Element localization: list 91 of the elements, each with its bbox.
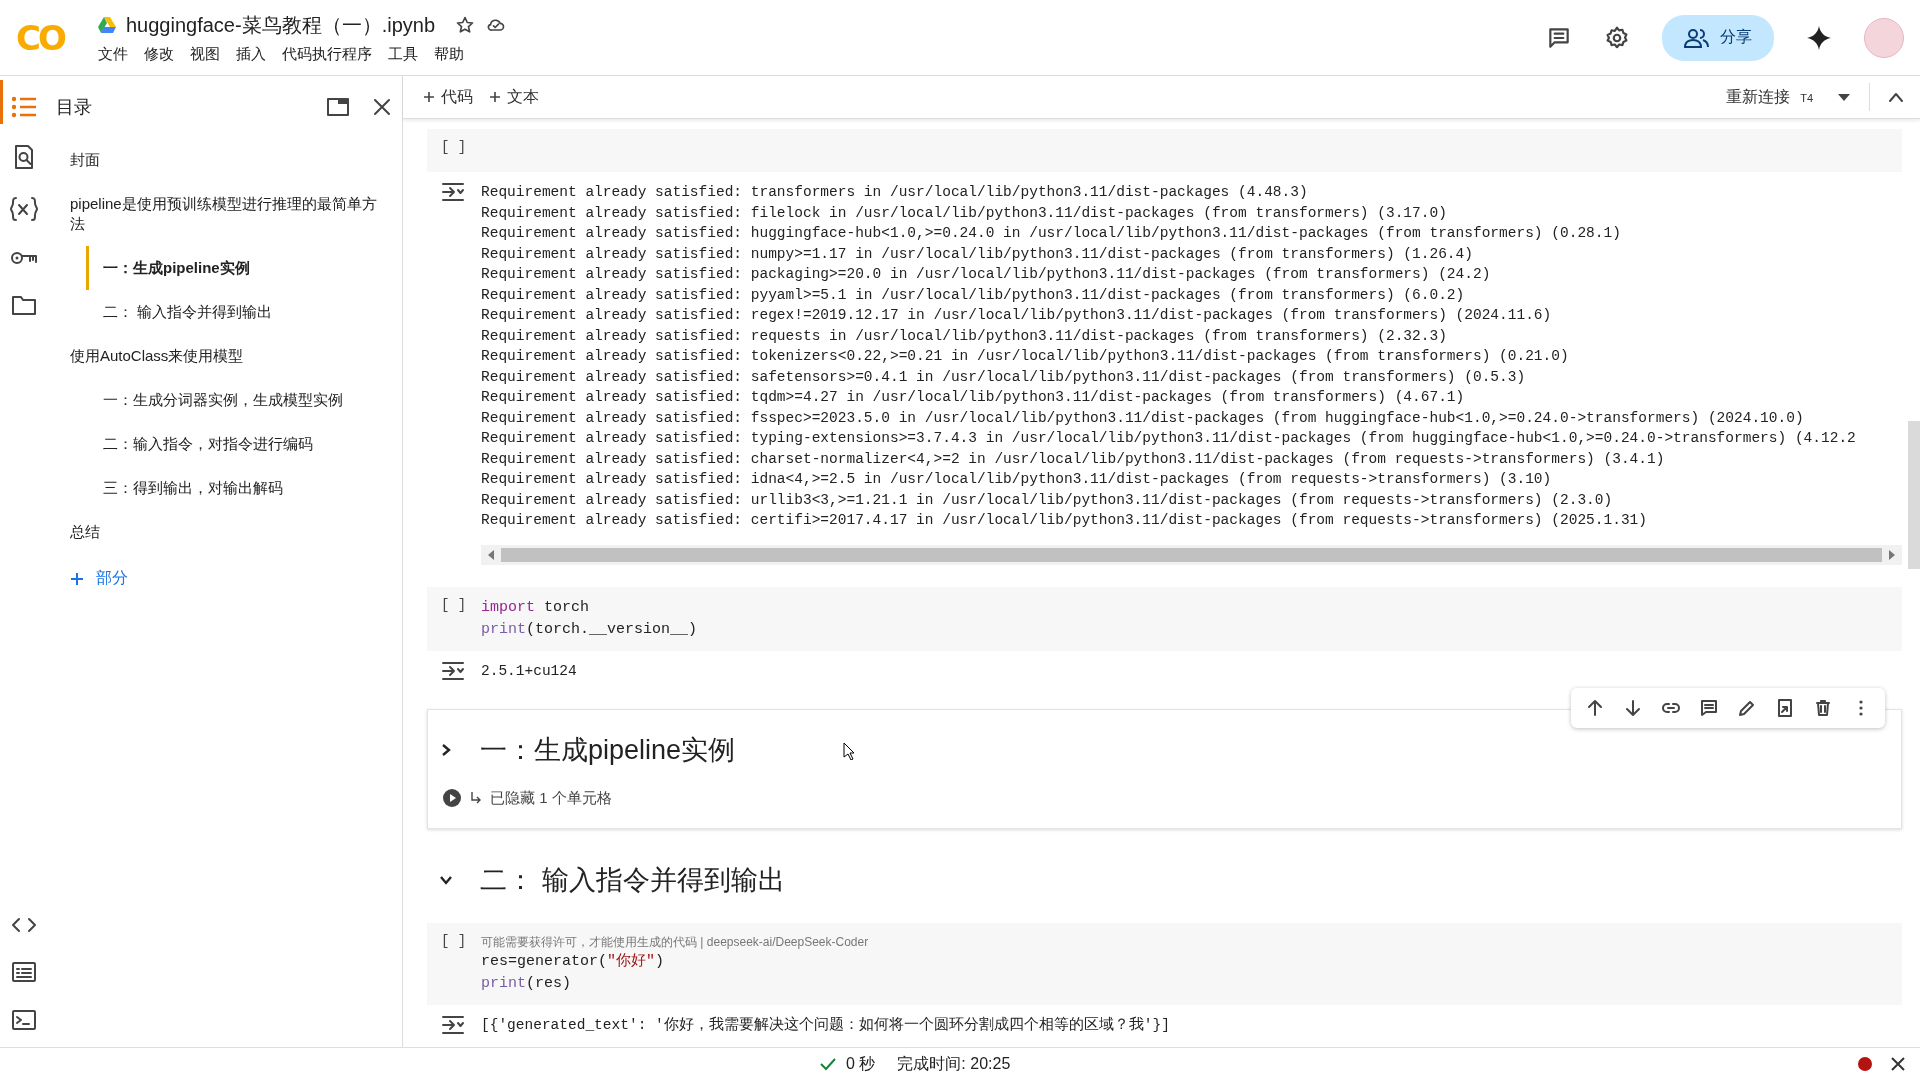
pencil-icon[interactable] <box>1737 698 1757 718</box>
output-line: Requirement already satisfied: fsspec>=2023.5.0 in /usr/local/lib/python3.11/dist-packages (from huggingface-hub<1.0,>=0.24.0->transformers) (2024.10.0) <box>481 408 1805 428</box>
panel-title: 目录 <box>56 96 92 119</box>
folder-icon[interactable] <box>11 294 37 316</box>
finish-time-text: 完成时间: 20:25 <box>897 1053 1011 1074</box>
toc-item[interactable]: 一：生成pipeline实例 <box>86 246 402 290</box>
code-line: res=generator("你好") <box>481 952 666 972</box>
output-line: Requirement already satisfied: requests in /usr/local/lib/python3.11/dist-packages (from transformers) (2.32.3) <box>481 326 1448 346</box>
add-section-link[interactable]: 部分 <box>48 554 402 603</box>
toc-item[interactable]: 总结 <box>48 510 402 554</box>
collapse-icon[interactable] <box>1888 91 1904 103</box>
return-arrow-icon <box>470 791 482 805</box>
mirror-cell-icon[interactable] <box>1775 698 1795 718</box>
toc-item[interactable]: 一：生成分词器实例，生成模型实例 <box>86 378 402 422</box>
terminal-icon[interactable] <box>11 1009 37 1031</box>
record-indicator-icon <box>1858 1057 1872 1071</box>
snippets-icon[interactable] <box>11 961 37 983</box>
output-line: Requirement already satisfied: filelock in /usr/local/lib/python3.11/dist-packages (from transformers) (3.17.0) <box>481 203 1448 223</box>
plus-icon <box>70 571 84 586</box>
plus-icon <box>423 91 435 103</box>
run-cell-button[interactable]: [ ] <box>441 933 481 995</box>
duration-text: 0 秒 <box>846 1053 876 1074</box>
output-line: Requirement already satisfied: idna<4,>=2.5 in /usr/local/lib/python3.11/dist-packages (from requests->transformers) (3.10) <box>481 470 1553 489</box>
delete-icon[interactable] <box>1813 698 1833 718</box>
vertical-scrollbar[interactable] <box>1908 421 1920 569</box>
output-line: Requirement already satisfied: tokenizers<0.22,>=0.21 in /usr/local/lib/python3.11/dist-packages (from transformers) (0.21.0) <box>481 347 1570 366</box>
code-hint: 可能需要获得许可，才能使用生成的代码 | deepseek-ai/DeepSeek-Coder <box>481 934 869 951</box>
output-line: Requirement already satisfied: urllib3<3,>=1.21.1 in /usr/local/lib/python3.11/dist-packages (from requests->transformers) (2.3.0) <box>481 490 1614 510</box>
output-line: 2.5.1+cu124 <box>481 661 577 681</box>
output-line: Requirement already satisfied: typing-extensions>=3.7.4.3 in /usr/local/lib/python3.11/dist-packages (from huggingface-hub<1.0,>=0.24.0->transformers) (4.12.2 <box>481 429 1856 448</box>
hidden-cells-note[interactable]: 已隐藏 1 个单元格 <box>490 788 612 808</box>
output-line: Requirement already satisfied: pyyaml>=5.1 in /usr/local/lib/python3.11/dist-packages (from transformers) (6.0.2) <box>481 285 1466 305</box>
horizontal-scrollbar[interactable] <box>481 544 1902 565</box>
plus-icon <box>489 91 501 103</box>
menu-item[interactable]: 文件 <box>98 44 128 64</box>
menu-item[interactable]: 工具 <box>388 44 418 64</box>
output-line: Requirement already satisfied: packaging>=20.0 in /usr/local/lib/python3.11/dist-packages (from transformers) (24.2) <box>481 265 1492 284</box>
settings-icon[interactable] <box>1604 24 1630 51</box>
output-toggle-icon[interactable] <box>441 1015 465 1035</box>
output-toggle-icon[interactable] <box>441 182 465 202</box>
close-icon[interactable] <box>372 97 392 117</box>
star-icon[interactable] <box>455 15 475 35</box>
connect-button[interactable]: 重新连接 T4 <box>1720 85 1819 109</box>
output-line: Requirement already satisfied: numpy>=1.17 in /usr/local/lib/python3.11/dist-packages (from transformers) (1.26.4) <box>481 244 1474 264</box>
add-cell-button[interactable]: 文本 <box>485 82 543 112</box>
scroll-right-icon[interactable] <box>1888 549 1896 560</box>
caret-icon[interactable] <box>1837 92 1851 102</box>
section-heading: 一：生成pipeline实例 <box>480 734 736 767</box>
share-button[interactable]: 分享 <box>1662 14 1774 61</box>
people-icon <box>1684 26 1710 49</box>
menu-item[interactable]: 视图 <box>190 44 220 64</box>
table-of-contents-icon[interactable] <box>11 96 37 118</box>
scroll-left-icon[interactable] <box>487 549 495 560</box>
toc-item[interactable]: pipeline是使用预训练模型进行推理的最简单方法 <box>48 182 402 246</box>
output-line: Requirement already satisfied: safetensors>=0.4.1 in /usr/local/lib/python3.11/dist-packages (from transformers) (0.5.3) <box>481 367 1527 387</box>
mouse-cursor-icon <box>843 742 855 760</box>
run-cell-button[interactable]: [ ] <box>441 596 481 641</box>
drive-icon <box>98 17 116 33</box>
menu-item[interactable]: 帮助 <box>434 44 464 64</box>
move-down-icon[interactable] <box>1623 698 1643 718</box>
output-line: Requirement already satisfied: transformers in /usr/local/lib/python3.11/dist-packages (4.48.3) <box>481 183 1309 202</box>
variables-icon[interactable] <box>10 196 38 222</box>
toc-item[interactable]: 三：得到输出，对输出解码 <box>86 466 402 510</box>
output-line: Requirement already satisfied: huggingface-hub<1.0,>=0.24.0 in /usr/local/lib/python3.11/dist-packages (from transformers) (0.28.1) <box>481 224 1622 243</box>
output-line: Requirement already satisfied: tqdm>=4.27 in /usr/local/lib/python3.11/dist-packages (from transformers) (4.67.1) <box>481 388 1466 407</box>
run-icon[interactable] <box>442 788 462 808</box>
toc-item[interactable]: 封面 <box>48 138 402 182</box>
output-line: Requirement already satisfied: certifi>=2017.4.17 in /usr/local/lib/python3.11/dist-packages (from requests->transformers) (2025.1.31) <box>481 511 1648 530</box>
code-line: print(res) <box>481 974 573 994</box>
move-up-icon[interactable] <box>1585 698 1605 718</box>
code-icon[interactable] <box>11 915 37 935</box>
toc-item[interactable]: 二： 输入指令并得到输出 <box>86 290 402 334</box>
output-line: Requirement already satisfied: charset-normalizer<4,>=2 in /usr/local/lib/python3.11/dist-packages (from requests->transformers) (3.4.1) <box>481 449 1666 469</box>
close-icon[interactable] <box>1890 1056 1906 1072</box>
open-in-tab-icon[interactable] <box>326 97 350 117</box>
menu-item[interactable]: 代码执行程序 <box>282 44 372 64</box>
run-cell-button[interactable]: [ ] <box>441 139 481 162</box>
code-line: print(torch.__version__) <box>481 619 698 640</box>
find-icon[interactable] <box>12 144 36 170</box>
output-toggle-icon[interactable] <box>441 660 465 681</box>
notebook-title[interactable]: huggingface-菜鸟教程（一）.ipynb <box>126 11 435 39</box>
section-heading: 二： 输入指令并得到输出 <box>480 864 785 897</box>
add-cell-button[interactable]: 代码 <box>419 82 477 112</box>
menu-item[interactable]: 插入 <box>236 44 266 64</box>
output-line: Requirement already satisfied: regex!=2019.12.17 in /usr/local/lib/python3.11/dist-packages (from transformers) (2024.11.6) <box>481 306 1553 325</box>
comment-icon[interactable] <box>1699 698 1719 718</box>
toc-item[interactable]: 使用AutoClass来使用模型 <box>48 334 402 378</box>
menu-item[interactable]: 修改 <box>144 44 174 64</box>
output-line: [{'generated_text': '你好，我需要解决这个问题：如何将一个圆环分割成四个相等的区域？我'}] <box>481 1015 1170 1035</box>
toc-item[interactable]: 二：输入指令，对指令进行编码 <box>86 422 402 466</box>
code-line: import torch <box>481 597 591 618</box>
